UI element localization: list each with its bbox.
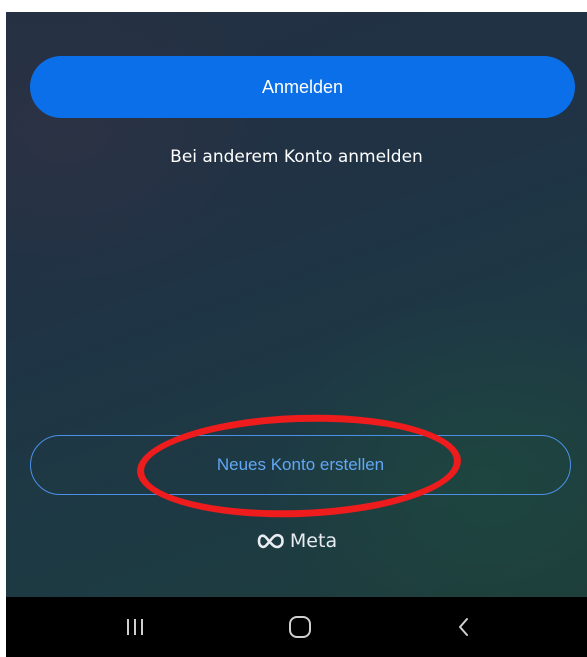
meta-brand: Meta <box>6 530 587 552</box>
meta-infinity-icon <box>257 533 284 549</box>
other-account-login-link[interactable]: Bei anderem Konto anmelden <box>6 147 587 167</box>
create-account-button[interactable]: Neues Konto erstellen <box>30 435 571 495</box>
recent-apps-button[interactable] <box>95 597 175 657</box>
back-icon <box>459 618 468 636</box>
recents-icon <box>127 619 143 635</box>
meta-brand-label: Meta <box>289 530 338 552</box>
home-icon <box>289 616 311 638</box>
back-button[interactable] <box>424 597 504 657</box>
login-button[interactable]: Anmelden <box>30 56 575 118</box>
device-frame: Anmelden Bei anderem Konto anmelden Neue… <box>0 0 587 657</box>
login-screen: Anmelden Bei anderem Konto anmelden Neue… <box>6 12 587 597</box>
system-navigation-bar <box>6 597 587 657</box>
home-button[interactable] <box>260 597 340 657</box>
